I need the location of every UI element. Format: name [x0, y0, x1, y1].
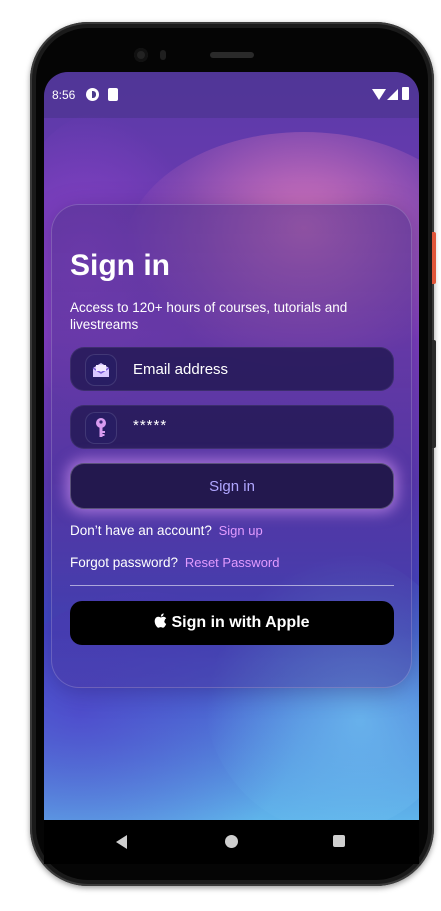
signin-button[interactable]: Sign in	[70, 463, 394, 509]
no-account-text: Don’t have an account?	[70, 523, 212, 538]
home-circle-icon[interactable]	[225, 835, 238, 848]
back-triangle-icon[interactable]	[116, 835, 127, 849]
signin-button-label: Sign in	[209, 477, 255, 495]
volume-button	[432, 340, 436, 448]
page-title: Sign in	[70, 249, 170, 282]
forgot-password-text: Forgot password?	[70, 555, 179, 570]
front-camera	[134, 48, 148, 62]
cell-signal-icon	[387, 89, 398, 100]
status-time: 8:56	[52, 88, 76, 102]
power-button	[432, 232, 436, 284]
android-nav-bar	[44, 820, 419, 864]
page-subtitle: Access to 120+ hours of courses, tutoria…	[70, 300, 348, 332]
signup-prompt: Don’t have an account? Sign up	[70, 523, 263, 538]
signin-card: Sign in Access to 120+ hours of courses,…	[51, 204, 412, 688]
app-screen: 8:56 Sign in Access to 120+ hours of cou…	[44, 72, 419, 820]
battery-icon	[402, 87, 409, 100]
envelope-icon	[85, 354, 117, 386]
status-bar: 8:56	[44, 72, 419, 118]
recent-square-icon[interactable]	[333, 835, 345, 847]
apple-icon	[154, 613, 167, 633]
password-field[interactable]: *****	[70, 405, 394, 449]
sensor	[160, 50, 166, 60]
apple-signin-button[interactable]: Sign in with Apple	[70, 601, 394, 645]
password-value: *****	[133, 417, 168, 434]
email-placeholder: Email address	[133, 361, 229, 378]
forgot-prompt: Forgot password? Reset Password	[70, 555, 279, 570]
divider	[70, 585, 394, 586]
data-saver-icon	[86, 88, 99, 101]
reset-password-link[interactable]: Reset Password	[185, 555, 280, 570]
sd-card-icon	[108, 88, 118, 101]
signup-link[interactable]: Sign up	[219, 523, 263, 538]
earpiece-speaker	[210, 52, 254, 58]
apple-button-label: Sign in with Apple	[171, 614, 310, 631]
email-field[interactable]: Email address	[70, 347, 394, 391]
wifi-icon	[372, 89, 386, 100]
key-icon	[85, 412, 117, 444]
